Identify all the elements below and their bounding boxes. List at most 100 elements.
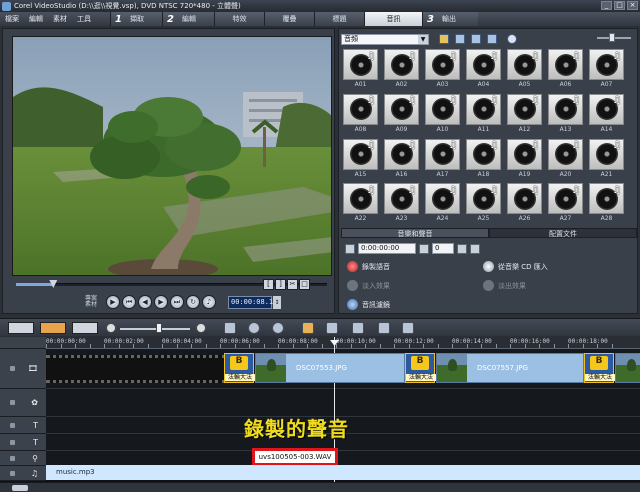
prev-frame-button[interactable]: ◀ <box>138 295 152 309</box>
import-icon[interactable] <box>455 34 465 44</box>
timeline-zoom-slider[interactable] <box>120 328 190 330</box>
fade-in-effect-button[interactable]: 淡入效果 <box>347 280 390 291</box>
batch-convert-icon[interactable] <box>326 322 338 334</box>
timeline-view-button[interactable] <box>40 322 66 334</box>
library-clip[interactable]: ♫ A16 <box>384 138 419 178</box>
menu-tools[interactable]: 工具 <box>72 14 96 24</box>
photo-clip[interactable]: DSC07553.JPG <box>255 353 405 383</box>
timeline-scrollbar[interactable] <box>0 482 640 492</box>
library-clip[interactable]: ♫ A17 <box>425 138 460 178</box>
timecode-display[interactable]: 00:00:08.15 <box>228 295 277 309</box>
library-clip[interactable]: ♫ A23 <box>384 183 419 222</box>
mark-out-button[interactable]: ] <box>275 279 286 290</box>
lock-icon[interactable] <box>10 400 15 405</box>
repeat-button[interactable]: ↻ <box>186 295 200 309</box>
menu-clip[interactable]: 素材 <box>48 14 72 24</box>
music-clip[interactable]: music.mp3 <box>46 465 640 480</box>
audio-view-button[interactable] <box>72 322 98 334</box>
timecode-spinner[interactable]: ↕ <box>273 295 281 309</box>
library-clip[interactable]: ♫ A10 <box>425 93 460 133</box>
tab-music-and-voice[interactable]: 音樂和聲音 <box>341 228 489 238</box>
library-clip[interactable]: ♫ A03 <box>425 49 460 88</box>
folder-icon[interactable] <box>439 34 449 44</box>
library-clip[interactable]: ♫ A05 <box>507 49 542 88</box>
expand-icon[interactable] <box>507 34 517 44</box>
tab-capture[interactable]: 1 擷取 <box>110 12 162 26</box>
mix-icon[interactable] <box>402 322 414 334</box>
smart-proxy-icon[interactable] <box>302 322 314 334</box>
lock-icon[interactable] <box>10 422 15 428</box>
scrollbar-thumb[interactable] <box>12 485 28 491</box>
title-clip-thumbnail[interactable]: B 法輪大法 <box>405 353 436 383</box>
maximize-button[interactable]: □ <box>614 1 625 10</box>
library-clip[interactable]: ♫ A25 <box>466 183 501 222</box>
project-clip-toggle[interactable]: 專案 素材 <box>82 296 100 308</box>
zoom-in-icon[interactable] <box>196 323 206 333</box>
play-button[interactable]: ▶ <box>106 295 120 309</box>
mark-in-button[interactable]: [ <box>263 279 274 290</box>
library-clip[interactable]: ♫ A12 <box>507 93 542 133</box>
undo-icon[interactable] <box>248 322 260 334</box>
tab-overlay[interactable]: 覆疊 <box>264 12 314 26</box>
fit-project-icon[interactable] <box>224 322 236 334</box>
cut-button[interactable]: ✂ <box>287 279 298 290</box>
tab-title[interactable]: 標題 <box>314 12 364 26</box>
fade-out-effect-button[interactable]: 淡出效果 <box>483 280 526 291</box>
track-manager-icon[interactable] <box>352 322 364 334</box>
sort-icon[interactable] <box>487 34 497 44</box>
library-clip[interactable]: ♫ A15 <box>343 138 378 178</box>
tab-profile[interactable]: 配置文件 <box>489 228 637 238</box>
menu-file[interactable]: 檔案 <box>0 14 24 24</box>
photo-clip[interactable]: DSC07557.JPG <box>436 353 584 383</box>
library-clip[interactable]: ♫ A09 <box>384 93 419 133</box>
library-clip[interactable]: ♫ A14 <box>589 93 624 133</box>
close-button[interactable]: × <box>627 1 638 10</box>
library-clip[interactable]: ♫ A20 <box>548 138 583 178</box>
tab-edit[interactable]: 2 編輯 <box>162 12 214 26</box>
lock-icon[interactable] <box>10 455 15 461</box>
home-button[interactable]: ⏮ <box>122 295 136 309</box>
voice-track[interactable] <box>46 451 640 466</box>
photo-clip[interactable] <box>615 353 640 383</box>
volume-icon[interactable] <box>419 243 429 254</box>
record-voice-button[interactable]: 錄製語音 <box>347 261 390 272</box>
library-clip[interactable]: ♫ A04 <box>466 49 501 88</box>
lock-icon[interactable] <box>10 439 15 445</box>
duration-field[interactable]: 0:00:00:00 <box>358 243 416 254</box>
library-clip[interactable]: ♫ A26 <box>507 183 542 222</box>
library-clip[interactable]: ♫ A08 <box>343 93 378 133</box>
next-frame-button[interactable]: ▶ <box>154 295 168 309</box>
library-clip[interactable]: ♫ A24 <box>425 183 460 222</box>
menu-edit[interactable]: 編輯 <box>24 14 48 24</box>
chapter-icon[interactable] <box>378 322 390 334</box>
library-clip[interactable]: ♫ A18 <box>466 138 501 178</box>
library-clip[interactable]: ♫ A11 <box>466 93 501 133</box>
library-clip[interactable]: ♫ A22 <box>343 183 378 222</box>
library-clip[interactable]: ♫ A27 <box>548 183 583 222</box>
title-clip-thumbnail[interactable]: B 法輪大法 <box>224 353 255 383</box>
thumbnail-size-knob[interactable] <box>609 33 615 42</box>
library-clip[interactable]: ♫ A28 <box>589 183 624 222</box>
time-ruler[interactable]: 00:00:00:00 00:00:02:00 00:00:04:00 00:00:0… <box>46 337 640 349</box>
library-clip[interactable]: ♫ A06 <box>548 49 583 88</box>
zoom-out-icon[interactable] <box>106 323 116 333</box>
minimize-button[interactable]: _ <box>601 1 612 10</box>
import-cd-button[interactable]: 從音樂 CD 匯入 <box>483 261 548 272</box>
timeline-zoom-knob[interactable] <box>156 323 162 333</box>
library-manager-icon[interactable] <box>471 34 481 44</box>
voice-clip[interactable]: uvs100505-003.WAV <box>252 448 338 466</box>
lock-icon[interactable] <box>10 470 15 476</box>
title-clip-thumbnail[interactable]: B 法輪大法 <box>584 353 615 383</box>
library-clip[interactable]: ♫ A01 <box>343 49 378 88</box>
volume-button[interactable]: ♪ <box>202 295 216 309</box>
tab-share[interactable]: 3 輸出 <box>422 12 478 26</box>
fade-out-button[interactable] <box>470 243 480 254</box>
library-clip[interactable]: ♫ A19 <box>507 138 542 178</box>
library-clip[interactable]: ♫ A02 <box>384 49 419 88</box>
audio-filter-button[interactable]: 音訊濾鏡 <box>347 299 390 310</box>
redo-icon[interactable] <box>272 322 284 334</box>
tab-audio[interactable]: 音訊 <box>364 12 422 26</box>
library-category-select[interactable]: 音頻 ▼ <box>341 33 429 45</box>
storyboard-view-button[interactable] <box>8 322 34 334</box>
tab-effect[interactable]: 特效 <box>214 12 264 26</box>
